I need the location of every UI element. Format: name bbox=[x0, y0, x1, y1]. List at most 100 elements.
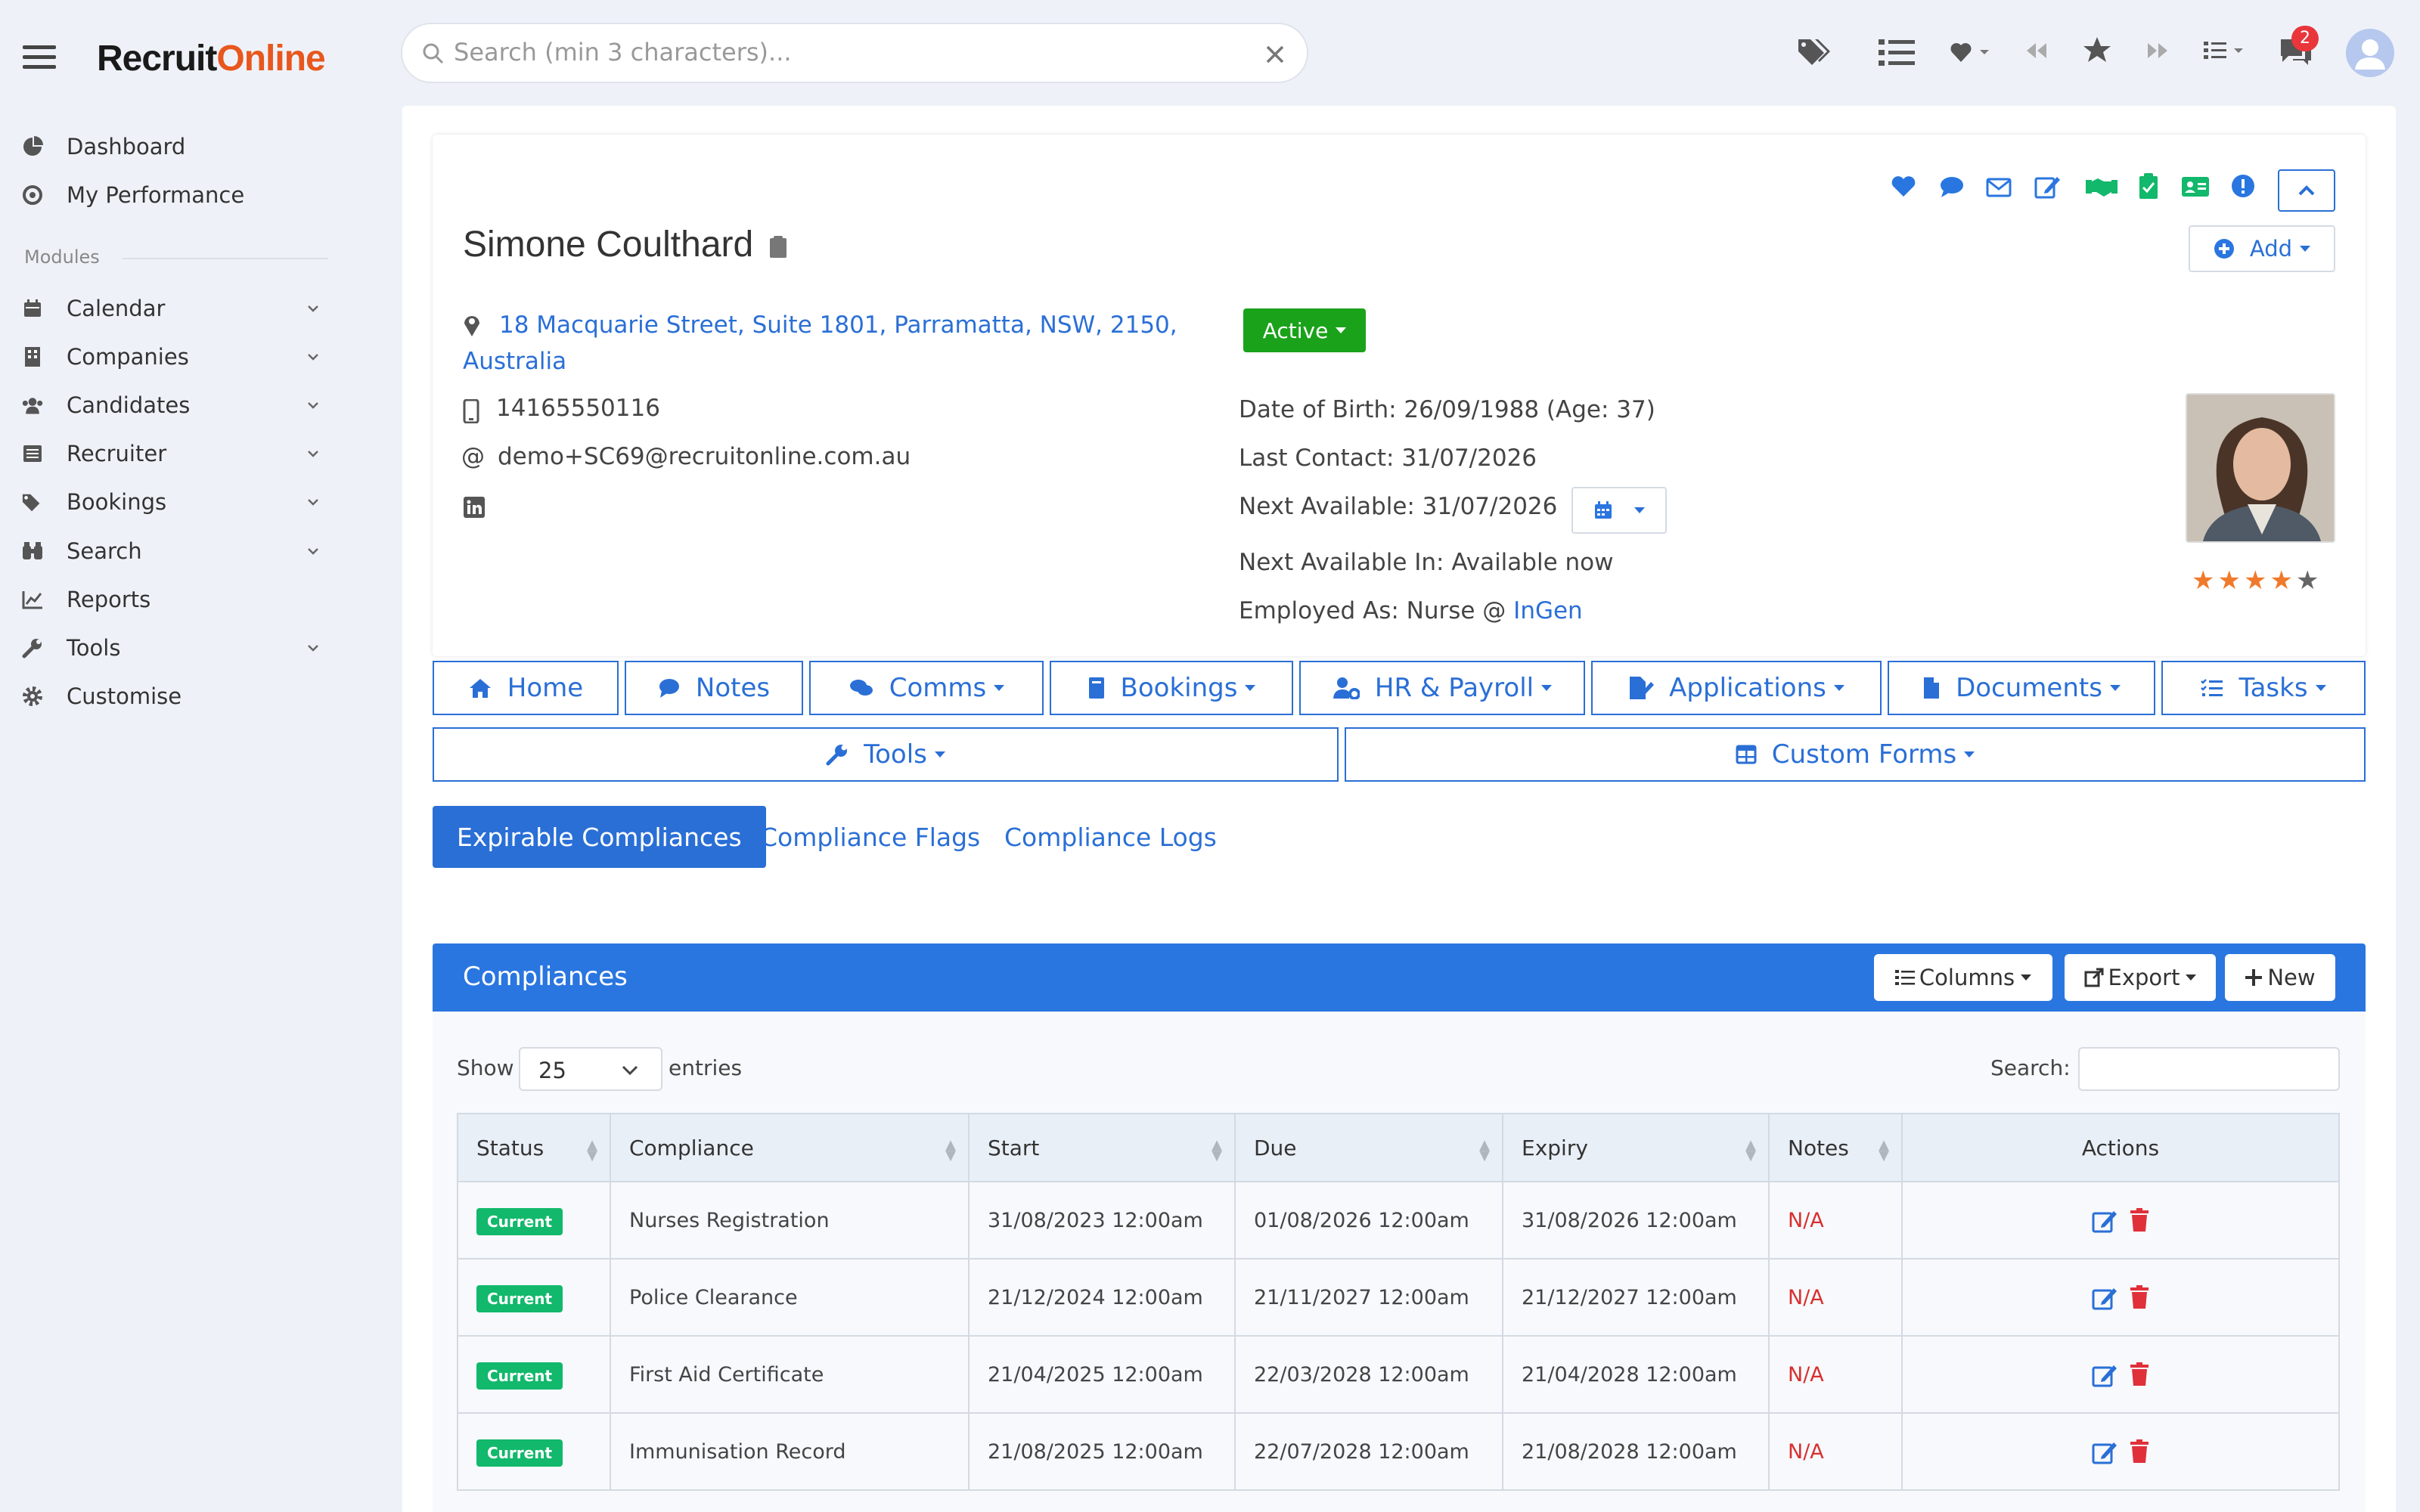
table-row: Current Police Clearance 21/12/2024 12:00a… bbox=[457, 1258, 2340, 1337]
chevron-down-icon bbox=[308, 451, 318, 457]
sort-icon: ▲ ▼ bbox=[1879, 1137, 1889, 1163]
external-link-icon bbox=[2084, 968, 2104, 987]
tab-notes[interactable]: Notes bbox=[625, 661, 803, 715]
tab-compliance-flags[interactable]: Compliance Flags bbox=[760, 806, 980, 868]
sidebar-item-label: Customise bbox=[67, 683, 182, 709]
sidebar-item-customise[interactable]: Customise bbox=[21, 675, 339, 717]
tab-comms[interactable]: Comms bbox=[809, 661, 1044, 715]
linkedin-icon[interactable] bbox=[463, 496, 486, 519]
list-icon[interactable] bbox=[1879, 38, 1915, 68]
export-button[interactable]: Export bbox=[2065, 954, 2216, 1001]
tasks-dropdown-icon[interactable] bbox=[2204, 39, 2246, 62]
edit-icon[interactable] bbox=[2092, 1207, 2119, 1233]
column-header-notes[interactable]: Notes ▲ ▼ bbox=[1768, 1113, 1903, 1182]
email-icon[interactable] bbox=[1986, 177, 2012, 198]
edit-icon[interactable] bbox=[2092, 1284, 2119, 1310]
table-row: Current Nurses Registration 31/08/2023 12:… bbox=[457, 1181, 2340, 1259]
edit-icon[interactable] bbox=[2092, 1439, 2119, 1464]
tab-hr-payroll[interactable]: HR & Payroll bbox=[1299, 661, 1585, 715]
heart-icon[interactable] bbox=[1891, 175, 1916, 198]
tab-bookings[interactable]: Bookings bbox=[1050, 661, 1293, 715]
clipboard-icon[interactable] bbox=[768, 234, 788, 259]
trash-icon[interactable] bbox=[2130, 1208, 2149, 1232]
clear-search-icon[interactable] bbox=[1264, 44, 1286, 65]
sidebar-item-recruiter[interactable]: Recruiter bbox=[21, 432, 339, 475]
new-button[interactable]: New bbox=[2225, 954, 2335, 1001]
sidebar-item-candidates[interactable]: Candidates bbox=[21, 384, 339, 426]
trash-icon[interactable] bbox=[2130, 1439, 2149, 1464]
sidebar-item-companies[interactable]: Companies bbox=[21, 336, 339, 378]
star-icon[interactable]: ★ bbox=[2270, 565, 2295, 596]
sidebar-item-dashboard[interactable]: Dashboard bbox=[21, 125, 339, 168]
add-button[interactable]: Add bbox=[2189, 225, 2335, 272]
column-header-status[interactable]: Status ▲ ▼ bbox=[457, 1113, 611, 1182]
favorites-dropdown-icon[interactable] bbox=[1950, 41, 1992, 64]
clipboard-check-icon[interactable] bbox=[2139, 172, 2158, 200]
star-icon[interactable]: ★ bbox=[2244, 565, 2270, 596]
tab-expirable-compliances[interactable]: Expirable Compliances bbox=[433, 806, 766, 868]
candidate-phone[interactable]: 14165550116 bbox=[496, 395, 660, 422]
status-dropdown-button[interactable]: Active bbox=[1243, 308, 1366, 352]
status-cell: Current bbox=[457, 1412, 611, 1491]
notes-cell: N/A bbox=[1768, 1181, 1903, 1259]
hamburger-menu-icon[interactable] bbox=[23, 45, 56, 71]
candidate-email[interactable]: demo+SC69@recruitonline.com.au bbox=[498, 443, 911, 470]
tab-custom-forms[interactable]: Custom Forms bbox=[1345, 727, 2366, 782]
tab-applications[interactable]: Applications bbox=[1591, 661, 1882, 715]
tab-tools[interactable]: Tools bbox=[433, 727, 1339, 782]
avatar[interactable] bbox=[2346, 29, 2394, 77]
column-header-start[interactable]: Start ▲ ▼ bbox=[968, 1113, 1236, 1182]
chevron-down-icon bbox=[622, 1065, 638, 1076]
id-card-icon[interactable] bbox=[2181, 175, 2210, 198]
collapse-button[interactable] bbox=[2278, 169, 2335, 212]
candidate-address[interactable]: 18 Macquarie Street, Suite 1801, Parrama… bbox=[463, 307, 1189, 380]
status-badge: Current bbox=[476, 1284, 563, 1312]
table-search-input[interactable] bbox=[2078, 1047, 2340, 1091]
star-icon[interactable] bbox=[2083, 36, 2111, 64]
search-input[interactable]: Search (min 3 characters)... bbox=[454, 38, 792, 67]
candidate-card bbox=[433, 135, 2366, 656]
comment-icon[interactable] bbox=[1939, 175, 1965, 198]
tags-icon[interactable] bbox=[1797, 36, 1832, 67]
columns-button[interactable]: Columns bbox=[1874, 954, 2052, 1001]
due-cell: 22/07/2028 12:00am bbox=[1234, 1412, 1503, 1491]
next-available-in: Next Available In: Available now bbox=[1239, 549, 1614, 576]
edit-icon[interactable] bbox=[2092, 1362, 2119, 1387]
star-icon[interactable]: ★ bbox=[2192, 565, 2217, 596]
column-header-compliance[interactable]: Compliance ▲ ▼ bbox=[610, 1113, 970, 1182]
candidate-photo[interactable] bbox=[2186, 393, 2335, 543]
handshake-icon[interactable] bbox=[2086, 175, 2118, 198]
star-icon[interactable]: ★ bbox=[2296, 565, 2322, 596]
employer-link[interactable]: InGen bbox=[1513, 597, 1583, 624]
column-header-due[interactable]: Due ▲ ▼ bbox=[1234, 1113, 1503, 1182]
trash-icon[interactable] bbox=[2130, 1285, 2149, 1309]
sidebar-item-tools[interactable]: Tools bbox=[21, 627, 339, 669]
tab-documents[interactable]: Documents bbox=[1888, 661, 2155, 715]
tab-compliance-logs[interactable]: Compliance Logs bbox=[1004, 806, 1217, 868]
candidate-name: Simone Coulthard bbox=[463, 224, 788, 265]
tags-icon bbox=[21, 491, 44, 513]
table-row: Current Immunisation Record 21/08/2025 12:… bbox=[457, 1412, 2340, 1491]
last-page-icon[interactable] bbox=[2145, 41, 2170, 60]
sidebar-item-bookings[interactable]: Bookings bbox=[21, 481, 339, 523]
tab-home[interactable]: Home bbox=[433, 661, 619, 715]
availability-calendar-button[interactable] bbox=[1571, 487, 1667, 534]
trash-icon[interactable] bbox=[2130, 1362, 2149, 1387]
info-alert-icon[interactable] bbox=[2231, 174, 2255, 198]
column-header-expiry[interactable]: Expiry ▲ ▼ bbox=[1502, 1113, 1770, 1182]
edit-icon[interactable] bbox=[2034, 174, 2062, 200]
global-search-bar[interactable]: Search (min 3 characters)... bbox=[401, 23, 1308, 83]
sidebar-item-calendar[interactable]: Calendar bbox=[21, 287, 339, 330]
sidebar-item-search[interactable]: Search bbox=[21, 530, 339, 572]
entries-select[interactable]: 25 bbox=[519, 1047, 662, 1091]
comment-icon bbox=[659, 679, 679, 698]
app-logo[interactable]: RecruitOnline bbox=[97, 38, 326, 79]
tab-tasks[interactable]: Tasks bbox=[2161, 661, 2366, 715]
first-page-icon[interactable] bbox=[2024, 41, 2049, 60]
expiry-cell: 21/08/2028 12:00am bbox=[1502, 1412, 1770, 1491]
star-icon[interactable]: ★ bbox=[2217, 565, 2243, 596]
rating-stars[interactable]: ★★★★★ bbox=[2192, 565, 2322, 596]
sidebar-item-my-performance[interactable]: My Performance bbox=[21, 174, 339, 216]
sidebar-item-reports[interactable]: Reports bbox=[21, 578, 339, 621]
expiry-cell: 21/12/2027 12:00am bbox=[1502, 1258, 1770, 1337]
